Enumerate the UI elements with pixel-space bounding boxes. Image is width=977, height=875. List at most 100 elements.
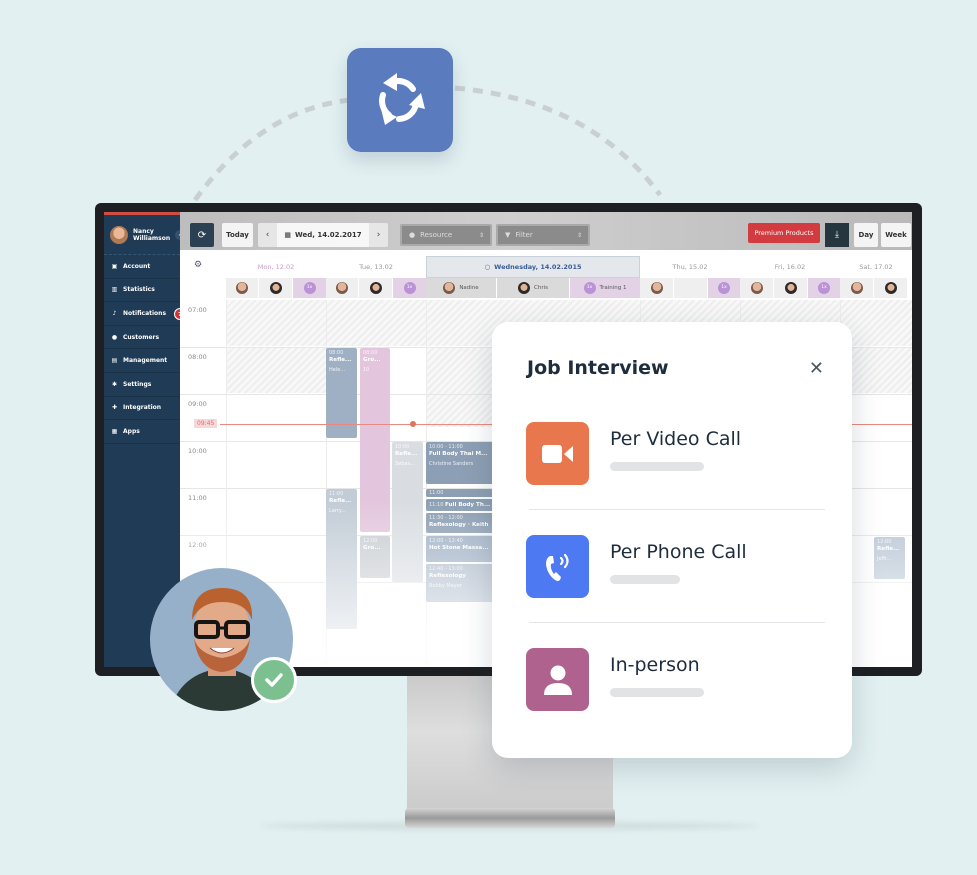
user-first-name: Nancy — [133, 227, 154, 235]
event-title: Gro... — [363, 357, 381, 363]
resource-chris[interactable]: Chris — [497, 278, 569, 298]
refresh-button[interactable]: ⟳ — [190, 223, 214, 247]
filter-placeholder: Filter — [515, 231, 533, 239]
training-badge: 1x — [818, 282, 830, 294]
option-label: In-person — [610, 654, 700, 676]
resource-cell[interactable] — [774, 278, 807, 298]
resource-name: Chris — [534, 285, 548, 291]
resource-cell[interactable] — [874, 278, 907, 298]
sidebar-item-customers[interactable]: ● Customers — [104, 326, 180, 350]
resource-cell[interactable] — [259, 278, 292, 298]
resource-cell[interactable] — [226, 278, 258, 298]
resource-cell[interactable] — [326, 278, 358, 298]
sidebar-item-apps[interactable]: ▦ Apps — [104, 420, 180, 444]
calendar-icon: ▦ — [284, 231, 291, 239]
view-week-button[interactable]: Week — [881, 223, 911, 247]
sidebar-item-label: Statistics — [123, 286, 155, 294]
staff-avatar — [369, 282, 382, 294]
sidebar-item-label: Apps — [123, 427, 140, 435]
sidebar-item-notifications[interactable]: ♪Notifications7 — [104, 302, 186, 326]
time-label: 08:00 — [188, 353, 207, 361]
sidebar-item-integration[interactable]: ✚ Integration — [104, 397, 180, 421]
event-title: Full Body Thai M... — [429, 451, 488, 457]
day-header[interactable]: Mon, 12.02 — [226, 256, 326, 278]
sort-caret-icon: ⇕ — [576, 231, 582, 239]
grid-icon: ▦ — [111, 427, 118, 435]
sidebar-item-account[interactable]: ▣ Account — [104, 255, 180, 279]
staff-avatar — [850, 282, 863, 294]
option-phone-call[interactable]: Per Phone Call — [526, 535, 823, 599]
current-date: Wed, 14.02.2017 — [295, 231, 362, 239]
resource-nadine[interactable]: Nadine — [426, 278, 496, 298]
puzzle-icon: ✚ — [111, 404, 118, 412]
sidebar-item-settings[interactable]: ✱ Settings — [104, 373, 180, 397]
option-divider — [529, 622, 825, 623]
resource-cell[interactable] — [674, 278, 707, 298]
previous-date-button[interactable]: ‹ — [258, 223, 277, 247]
option-subtext-placeholder — [610, 575, 680, 584]
option-in-person[interactable]: In-person — [526, 648, 823, 712]
calendar-settings-icon[interactable]: ⚙ — [194, 260, 202, 270]
resource-cell[interactable]: 1x — [393, 278, 426, 298]
chart-icon: ▥ — [111, 286, 118, 294]
resource-cell[interactable]: 1x — [293, 278, 326, 298]
day-header[interactable]: Thu, 15.02 — [640, 256, 740, 278]
user-profile[interactable]: Nancy Williamson ‹ — [104, 215, 185, 255]
sidebar-item-label: Integration — [123, 404, 162, 412]
premium-products-button[interactable]: Premium Products — [748, 223, 820, 243]
option-label: Per Phone Call — [610, 541, 747, 563]
sidebar-item-management[interactable]: ▤ Management — [104, 349, 180, 373]
appointment[interactable]: 11:00 Deep Tissue M... — [426, 489, 496, 497]
toolbar: ⟳ Today ‹ ▦ Wed, 14.02.2017 › ● Resource ⇕ … — [180, 212, 912, 250]
phone-tile — [526, 535, 589, 598]
option-subtext-placeholder — [610, 462, 704, 471]
resource-cell[interactable] — [840, 278, 873, 298]
event-time: 08:00 — [363, 350, 378, 356]
view-day-button[interactable]: Day — [854, 223, 878, 247]
appointment[interactable]: 10:00 - 11:00 Full Body Thai M... Christin… — [426, 442, 496, 484]
resource-cell[interactable] — [359, 278, 392, 298]
day-header-active[interactable]: ○ Wednesday, 14.02.2015 — [426, 256, 640, 278]
resource-training[interactable]: 1x Training 1 — [570, 278, 640, 298]
close-icon[interactable]: ✕ — [809, 358, 824, 379]
resource-cell[interactable] — [640, 278, 673, 298]
active-day-label: Wednesday, 14.02.2015 — [494, 263, 582, 271]
resource-placeholder: Resource — [420, 231, 453, 239]
filter-select[interactable]: ▼ Filter ⇕ — [496, 224, 590, 246]
event-time: 11:00 — [329, 491, 344, 497]
sidebar-item-statistics[interactable]: ▥ Statistics — [104, 279, 180, 303]
event-person: 10 — [363, 367, 370, 373]
today-button[interactable]: Today — [222, 223, 253, 247]
person-icon — [543, 665, 572, 695]
clock-icon: ○ — [484, 263, 491, 271]
sort-caret-icon: ⇕ — [478, 231, 484, 239]
user-icon: ● — [111, 333, 118, 341]
verified-badge — [251, 657, 297, 703]
resource-cell[interactable]: 1x — [708, 278, 740, 298]
resource-name: Training 1 — [599, 285, 627, 291]
next-date-button[interactable]: › — [369, 223, 388, 247]
briefcase-icon: ▣ — [111, 262, 118, 270]
resource-select[interactable]: ● Resource ⇕ — [400, 224, 492, 246]
option-label: Per Video Call — [610, 428, 742, 450]
staff-avatar — [650, 282, 663, 294]
option-divider — [529, 509, 825, 510]
person-tile — [526, 648, 589, 711]
resource-cell[interactable]: 1x — [808, 278, 840, 298]
sidebar-item-label: Notifications — [123, 309, 167, 317]
event-title: Refle... — [395, 451, 418, 457]
resource-cell[interactable] — [740, 278, 773, 298]
gears-icon: ✱ — [111, 380, 118, 388]
day-header[interactable]: Fri, 16.02 — [740, 256, 840, 278]
event-time: 10:00 - 11:00 — [429, 444, 463, 450]
sidebar-item-label: Customers — [123, 333, 160, 341]
option-video-call[interactable]: Per Video Call — [526, 422, 823, 486]
download-button[interactable]: ⤓ — [825, 223, 849, 247]
time-label: 10:00 — [188, 447, 207, 455]
training-badge: 1x — [303, 282, 316, 294]
date-picker[interactable]: ▦ Wed, 14.02.2017 — [277, 223, 369, 247]
event-person: Hele... — [329, 367, 346, 373]
day-header[interactable]: Tue, 13.02 — [326, 256, 426, 278]
monitor-stand-base — [405, 808, 615, 828]
day-header[interactable]: Sat, 17.02 — [840, 256, 912, 278]
